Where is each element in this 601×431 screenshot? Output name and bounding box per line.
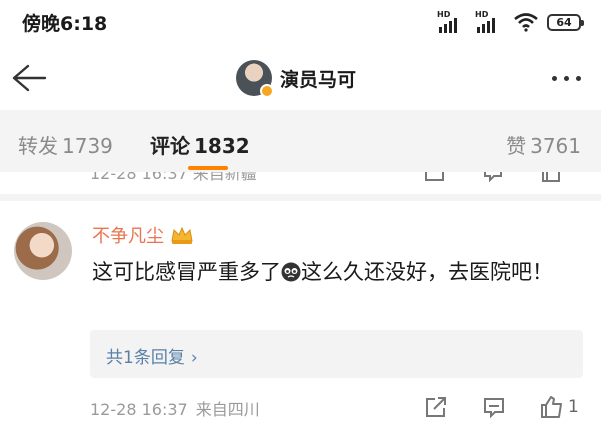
view-replies-link[interactable]: 共1条回复 ›	[106, 343, 198, 368]
nav-user[interactable]: 演员马可	[236, 58, 356, 98]
status-time: 傍晚6:18	[22, 13, 108, 35]
comment-icon[interactable]	[482, 172, 504, 182]
tab-likes-label: 赞	[506, 134, 527, 158]
back-arrow-icon	[12, 64, 47, 92]
comment-text-part1: 这可比感冒严重多了	[92, 260, 281, 284]
back-button[interactable]	[8, 60, 48, 96]
share-icon[interactable]	[424, 172, 446, 182]
tab-repost[interactable]: 转发 1739	[18, 130, 113, 159]
tab-comments[interactable]: 评论 1832	[150, 130, 250, 159]
comment-icon	[484, 398, 504, 419]
battery-icon: 64	[547, 13, 584, 31]
nav-bar: 演员马可	[0, 50, 601, 108]
tab-active-indicator	[188, 166, 228, 170]
signal-icon: HD	[437, 11, 467, 33]
crown-icon	[171, 226, 193, 244]
previous-comment-footer: 12-28 16:37 来自新疆	[0, 172, 601, 194]
previous-comment-meta: 12-28 16:37 来自新疆	[90, 172, 257, 183]
tab-likes[interactable]: 赞 3761	[506, 130, 581, 159]
comment-timestamp: 12-28 16:37	[90, 400, 188, 419]
reply-button[interactable]	[482, 394, 506, 420]
comment-meta: 12-28 16:37 来自四川	[90, 396, 260, 420]
thumbs-up-icon	[541, 396, 562, 418]
share-icon	[426, 397, 446, 417]
chevron-right-icon: ›	[190, 348, 198, 368]
view-replies-label: 共1条回复	[106, 348, 185, 368]
tab-repost-count: 1739	[62, 134, 113, 158]
tab-comments-count: 1832	[194, 134, 250, 158]
divider	[0, 194, 601, 201]
tab-likes-count: 3761	[530, 134, 581, 158]
status-bar: 傍晚6:18 HD HD 64	[0, 0, 601, 44]
tab-repost-label: 转发	[18, 134, 58, 158]
verified-badge-icon	[260, 84, 274, 98]
more-button[interactable]	[547, 68, 585, 88]
comment-user: 不争凡尘	[92, 222, 194, 248]
avatar	[236, 60, 274, 98]
commenter-avatar[interactable]	[14, 222, 72, 280]
like-count: 1	[568, 397, 579, 417]
thumbs-up-icon[interactable]	[540, 172, 562, 182]
comment-text: 这可比感冒严重多了 这么久还没好，去医院吧！	[92, 256, 572, 289]
tab-bar: 转发 1739 评论 1832 赞 3761	[0, 110, 601, 172]
tab-comments-label: 评论	[150, 134, 190, 158]
replies-box[interactable]: 共1条回复 ›	[90, 330, 583, 378]
share-button[interactable]	[424, 394, 448, 420]
comment-text-part2: 这么久还没好，去医院吧！	[301, 260, 553, 284]
page-title: 演员马可	[280, 68, 357, 91]
sad-face-emoji-icon	[281, 262, 301, 282]
commenter-name[interactable]: 不争凡尘	[92, 222, 164, 248]
like-button[interactable]: 1	[540, 394, 579, 420]
signal-icon-2: HD	[475, 11, 505, 33]
more-dots-icon	[551, 75, 557, 81]
comment-location: 来自四川	[195, 400, 260, 419]
wifi-icon	[514, 13, 538, 32]
status-icons: HD HD 64	[437, 10, 584, 34]
